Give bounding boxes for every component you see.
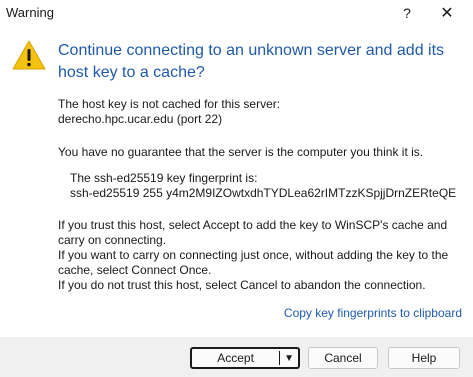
title-bar: Warning ? ✕ — [0, 0, 473, 26]
accept-button[interactable]: Accept ▼ — [190, 347, 300, 369]
warning-triangle-icon — [12, 40, 46, 70]
dropdown-arrow-icon[interactable]: ▼ — [280, 353, 298, 364]
copy-fingerprints-link[interactable]: Copy key fingerprints to clipboard — [284, 306, 462, 320]
cancel-instructions: If you do not trust this host, select Ca… — [58, 278, 426, 292]
cancel-button[interactable]: Cancel — [308, 347, 378, 369]
dialog-heading: Continue connecting to an unknown server… — [58, 42, 445, 81]
fingerprint-label: The ssh-ed25519 key fingerprint is: — [70, 171, 258, 185]
close-icon[interactable]: ✕ — [430, 0, 464, 26]
help-button[interactable]: Help — [388, 347, 460, 369]
help-icon[interactable]: ? — [390, 0, 424, 26]
accept-button-label: Accept — [217, 351, 254, 365]
fingerprint-value: ssh-ed25519 255 y4m2M9IZOwtxdhTYDLea62rI… — [70, 186, 457, 200]
window-title: Warning — [6, 5, 54, 20]
connect-once-instructions: If you want to carry on connecting just … — [58, 248, 449, 277]
accept-instructions: If you trust this host, select Accept to… — [58, 218, 448, 247]
no-guarantee-text: You have no guarantee that the server is… — [58, 145, 424, 159]
host-key-not-cached-text: The host key is not cached for this serv… — [58, 97, 281, 111]
server-address-text: derecho.hpc.ucar.edu (port 22) — [58, 112, 223, 126]
